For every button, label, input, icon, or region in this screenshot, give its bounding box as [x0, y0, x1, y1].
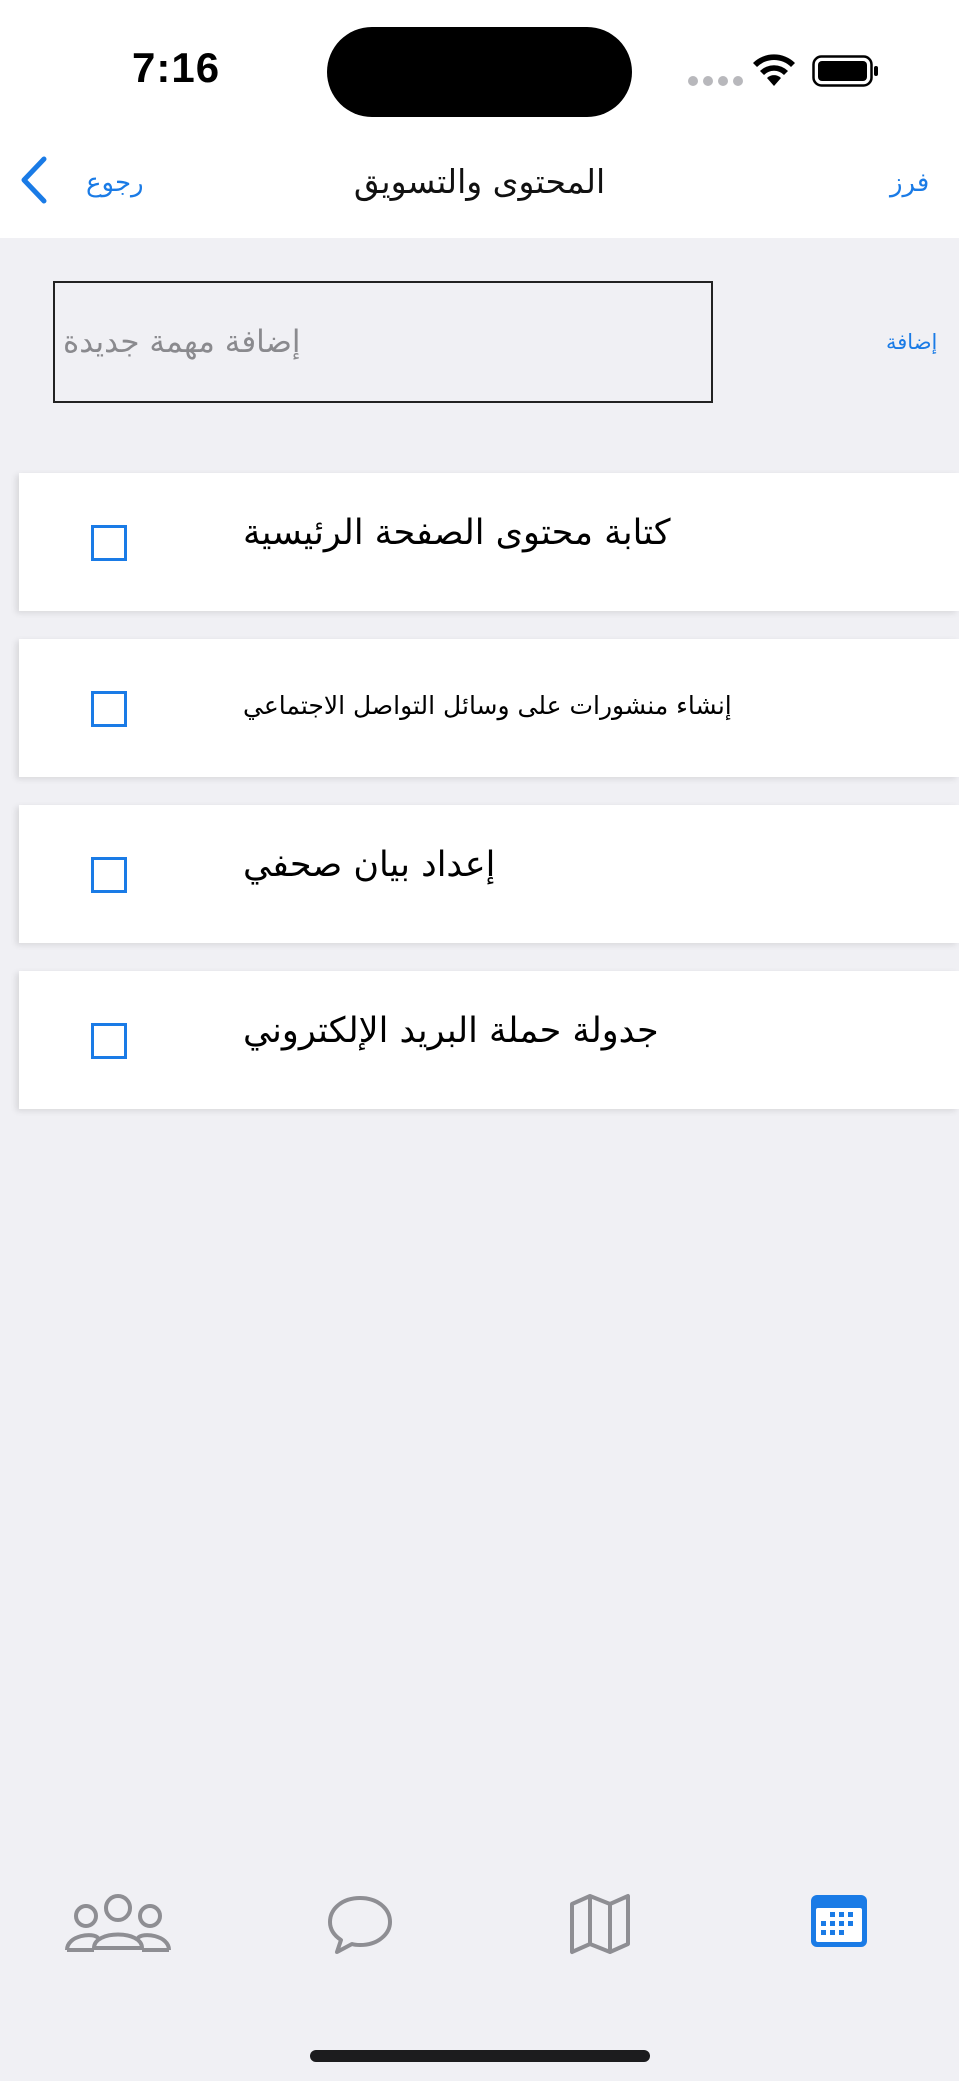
task-checkbox[interactable] [91, 857, 127, 893]
status-time: 7:16 [132, 44, 221, 91]
tab-people[interactable] [64, 1892, 172, 1956]
tab-map[interactable] [569, 1892, 631, 1956]
tab-calendar[interactable] [810, 1892, 868, 1950]
top-bar: 7:16 رجوع المحتوى والتسويق فرز [0, 0, 959, 238]
dynamic-island [327, 27, 632, 117]
task-row[interactable]: إنشاء منشورات على وسائل التواصل الاجتماع… [19, 639, 959, 777]
cellular-signal-icon [688, 76, 743, 86]
map-icon [570, 1894, 630, 1954]
task-checkbox[interactable] [91, 1023, 127, 1059]
people-icon [65, 1894, 171, 1952]
task-label: جدولة حملة البريد الإلكتروني [243, 1011, 659, 1051]
home-indicator [310, 2050, 650, 2062]
task-label: كتابة محتوى الصفحة الرئيسية [243, 513, 671, 553]
screen: 7:16 رجوع المحتوى والتسويق فرز إضافة كتا… [0, 0, 959, 2081]
battery-icon [812, 55, 878, 87]
add-task-button[interactable]: إضافة [886, 330, 937, 354]
wifi-icon [753, 54, 795, 86]
task-label: إنشاء منشورات على وسائل التواصل الاجتماع… [243, 691, 732, 720]
task-row[interactable]: جدولة حملة البريد الإلكتروني [19, 971, 959, 1109]
task-row[interactable]: إعداد بيان صحفي [19, 805, 959, 943]
chat-bubble-icon [328, 1896, 392, 1954]
sort-button[interactable]: فرز [890, 168, 929, 198]
task-checkbox[interactable] [91, 525, 127, 561]
task-label: إعداد بيان صحفي [243, 845, 496, 885]
task-row[interactable]: كتابة محتوى الصفحة الرئيسية [19, 473, 959, 611]
new-task-input[interactable] [53, 281, 713, 403]
calendar-icon [811, 1895, 867, 1947]
task-checkbox[interactable] [91, 691, 127, 727]
tab-chat[interactable] [326, 1892, 394, 1956]
page-title: المحتوى والتسويق [353, 162, 606, 201]
